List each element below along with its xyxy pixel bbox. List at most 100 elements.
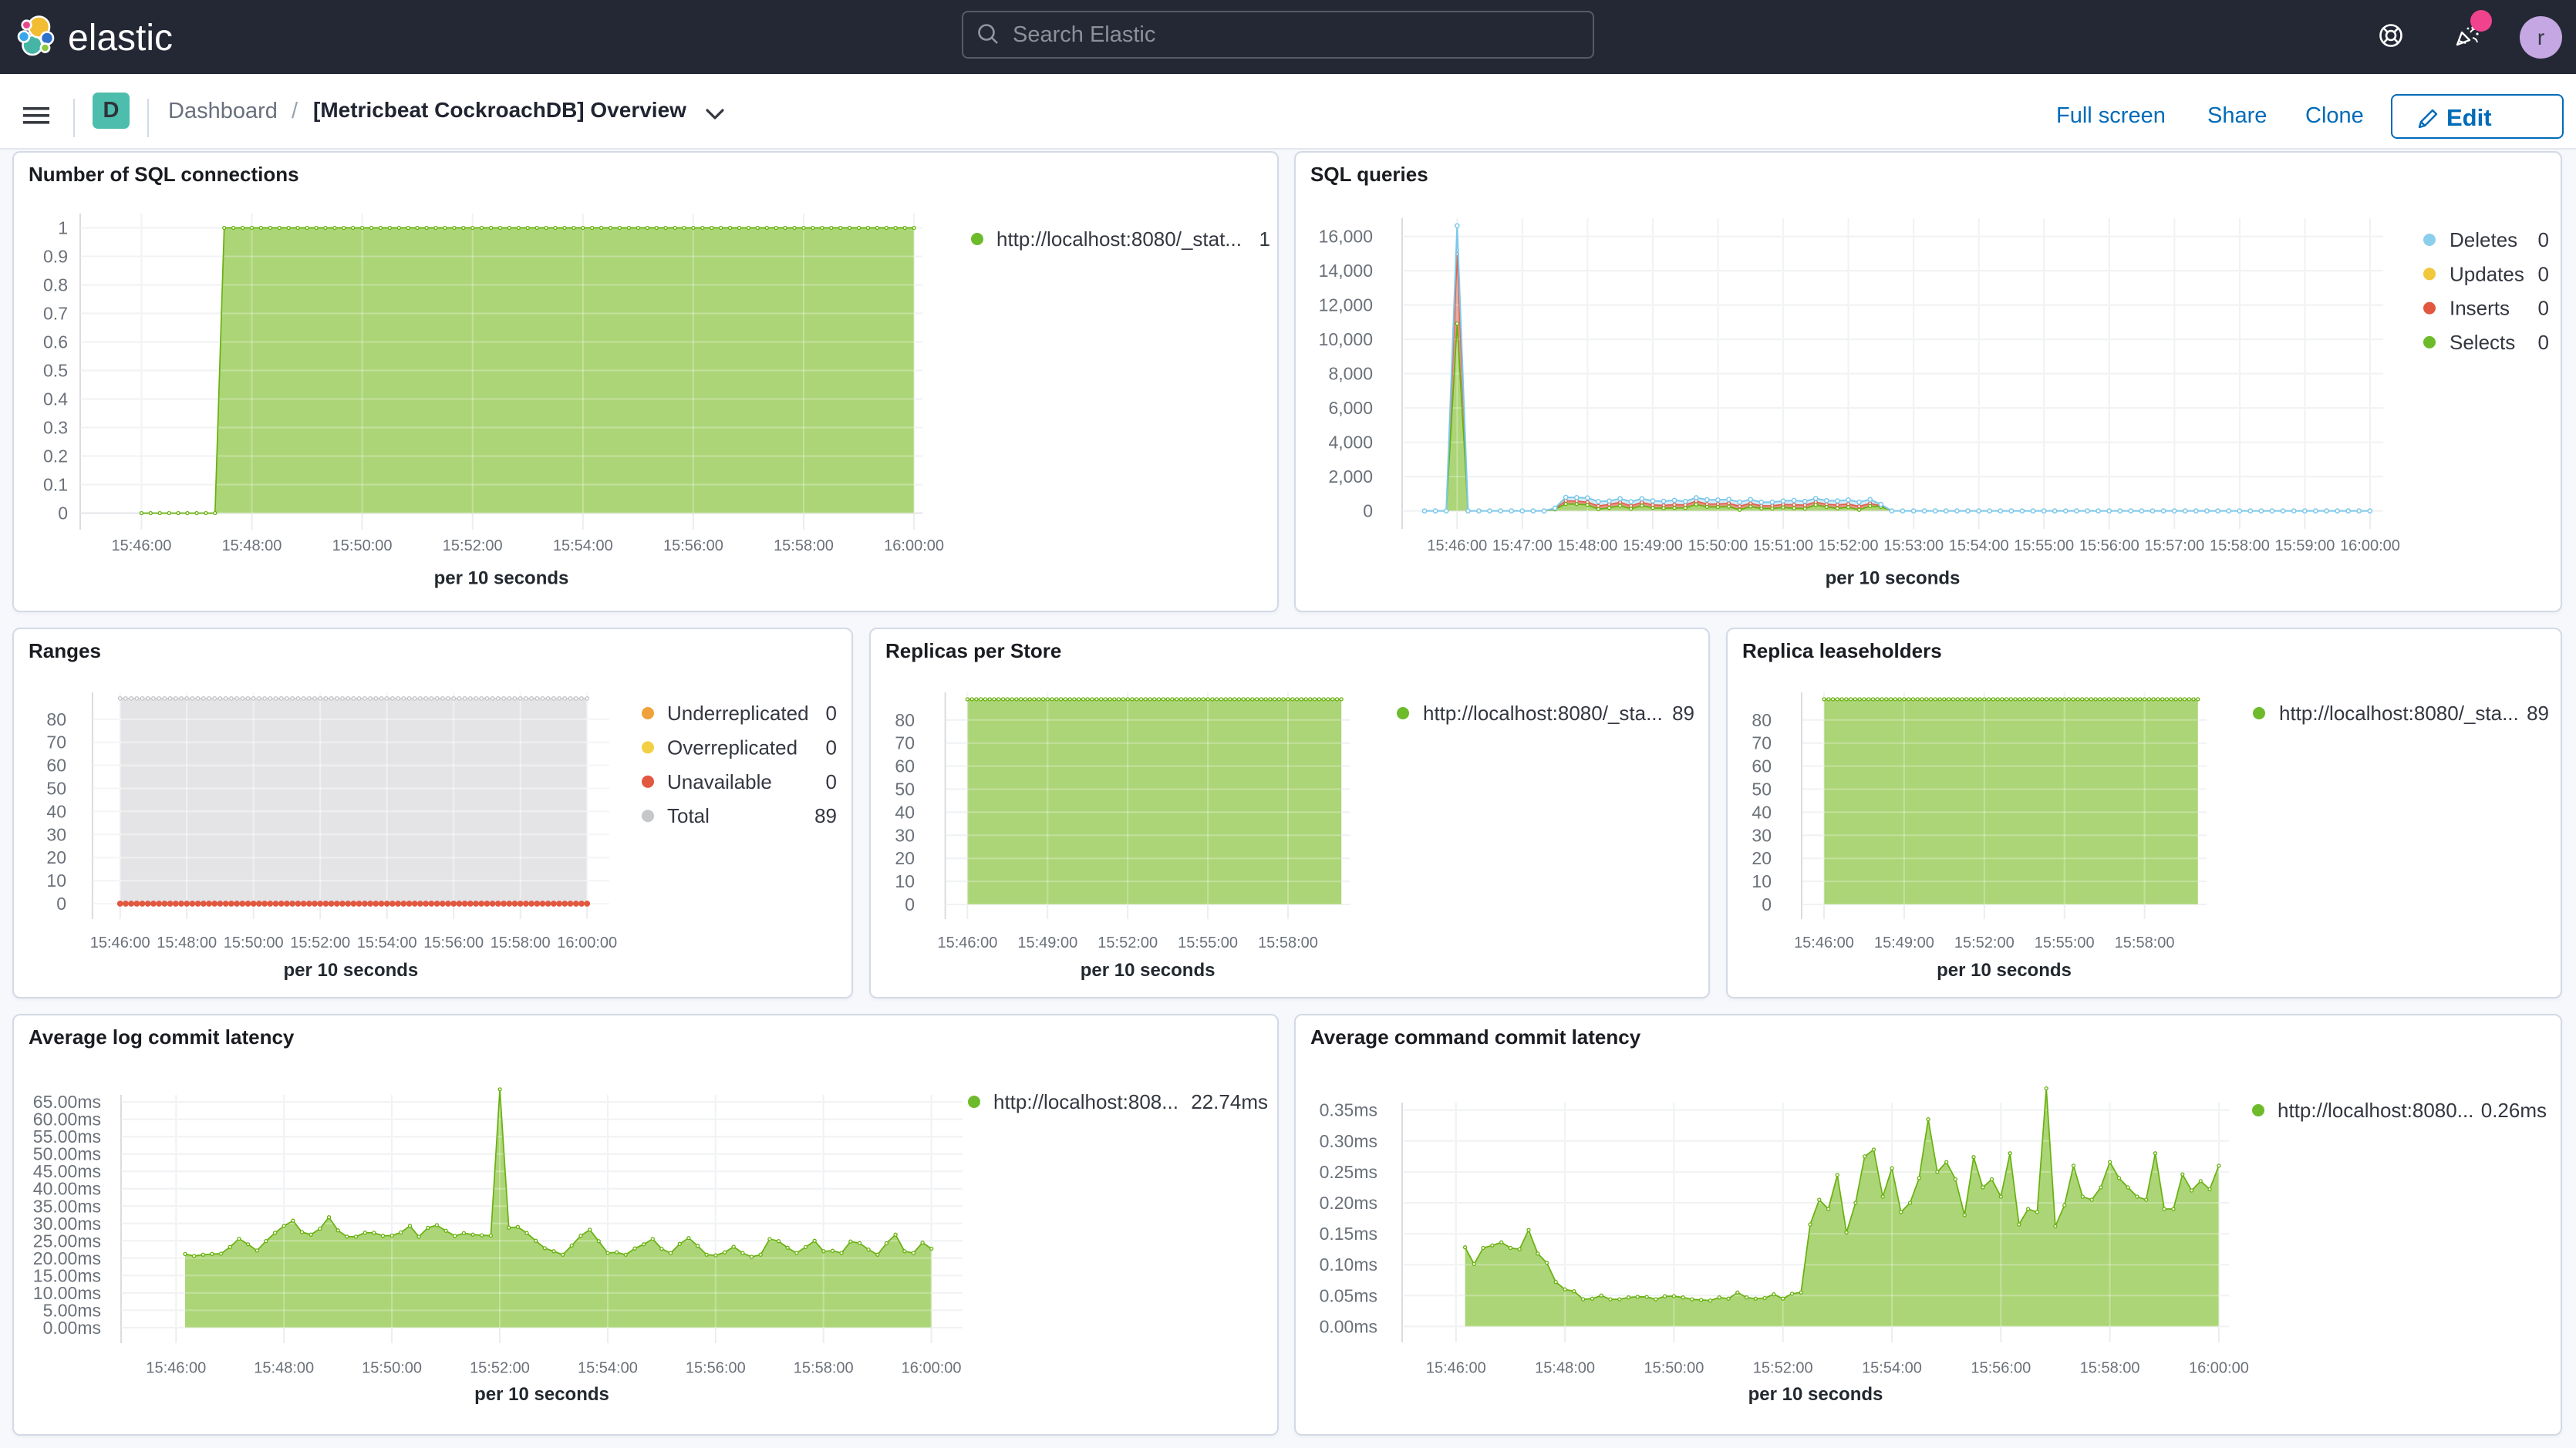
- svg-text:40: 40: [895, 802, 915, 822]
- svg-text:16:00:00: 16:00:00: [2189, 1359, 2249, 1376]
- svg-text:0: 0: [2538, 297, 2549, 320]
- svg-text:0: 0: [826, 702, 837, 725]
- svg-text:45.00ms: 45.00ms: [33, 1161, 101, 1181]
- svg-text:70: 70: [46, 732, 66, 753]
- svg-text:15:53:00: 15:53:00: [1883, 537, 1944, 554]
- svg-text:15:52:00: 15:52:00: [290, 934, 350, 951]
- svg-text:15:48:00: 15:48:00: [254, 1359, 314, 1376]
- svg-text:Total: Total: [667, 804, 710, 827]
- svg-text:15:50:00: 15:50:00: [1688, 537, 1748, 554]
- svg-text:15:58:00: 15:58:00: [2210, 537, 2270, 554]
- svg-text:10: 10: [46, 870, 66, 891]
- svg-text:per 10 seconds: per 10 seconds: [474, 1384, 609, 1405]
- svg-text:60: 60: [895, 756, 915, 776]
- svg-text:0.25ms: 0.25ms: [1320, 1162, 1377, 1182]
- svg-text:80: 80: [895, 710, 915, 730]
- svg-text:30: 30: [1752, 825, 1772, 845]
- svg-text:10: 10: [895, 871, 915, 891]
- svg-text:30: 30: [46, 824, 66, 844]
- svg-text:15:48:00: 15:48:00: [1535, 1359, 1595, 1376]
- svg-text:20: 20: [46, 847, 66, 867]
- svg-text:10: 10: [1752, 871, 1772, 891]
- svg-text:15:52:00: 15:52:00: [1819, 537, 1879, 554]
- svg-text:15:46:00: 15:46:00: [1427, 537, 1487, 554]
- svg-text:Inserts: Inserts: [2450, 297, 2510, 320]
- svg-text:0.00ms: 0.00ms: [43, 1318, 101, 1338]
- svg-text:15:49:00: 15:49:00: [1623, 537, 1683, 554]
- svg-text:16:00:00: 16:00:00: [884, 537, 944, 554]
- svg-text:0.20ms: 0.20ms: [1320, 1193, 1377, 1213]
- svg-text:89: 89: [1672, 702, 1694, 725]
- svg-text:0: 0: [2538, 228, 2549, 251]
- svg-text:0.26ms: 0.26ms: [2481, 1099, 2547, 1122]
- svg-text:15:58:00: 15:58:00: [2115, 934, 2175, 951]
- svg-text:20: 20: [1752, 848, 1772, 868]
- svg-text:40: 40: [1752, 802, 1772, 822]
- svg-text:15:54:00: 15:54:00: [1862, 1359, 1922, 1376]
- svg-text:15:50:00: 15:50:00: [224, 934, 284, 951]
- svg-text:Overreplicated: Overreplicated: [667, 736, 797, 759]
- svg-text:15:46:00: 15:46:00: [90, 934, 150, 951]
- svg-text:0: 0: [2538, 262, 2549, 285]
- svg-text:http://localhost:8080/_stat...: http://localhost:8080/_stat...: [996, 227, 1242, 251]
- svg-text:0.2: 0.2: [43, 446, 68, 466]
- svg-text:Unavailable: Unavailable: [667, 770, 772, 793]
- svg-text:14,000: 14,000: [1319, 261, 1373, 281]
- svg-text:0.5: 0.5: [43, 361, 68, 381]
- svg-text:15:57:00: 15:57:00: [2144, 537, 2204, 554]
- svg-text:0: 0: [1363, 501, 1373, 521]
- svg-text:15:52:00: 15:52:00: [1954, 934, 2015, 951]
- svg-text:40.00ms: 40.00ms: [33, 1179, 101, 1199]
- svg-text:50.00ms: 50.00ms: [33, 1144, 101, 1164]
- svg-text:0: 0: [2538, 331, 2549, 354]
- svg-text:15:59:00: 15:59:00: [2274, 537, 2335, 554]
- svg-text:15:56:00: 15:56:00: [2079, 537, 2139, 554]
- svg-text:16:00:00: 16:00:00: [902, 1359, 962, 1376]
- svg-text:0.6: 0.6: [43, 332, 68, 352]
- svg-text:15:52:00: 15:52:00: [1097, 934, 1158, 951]
- svg-text:per 10 seconds: per 10 seconds: [434, 568, 569, 589]
- svg-text:70: 70: [1752, 733, 1772, 753]
- svg-text:Deletes: Deletes: [2450, 228, 2517, 251]
- svg-text:15:50:00: 15:50:00: [332, 537, 393, 554]
- svg-text:0.1: 0.1: [43, 475, 68, 495]
- svg-text:15:54:00: 15:54:00: [357, 934, 417, 951]
- svg-text:0: 0: [58, 503, 68, 524]
- svg-text:15:46:00: 15:46:00: [1794, 934, 1854, 951]
- svg-text:15:48:00: 15:48:00: [222, 537, 282, 554]
- svg-text:15:46:00: 15:46:00: [1426, 1359, 1486, 1376]
- svg-text:0: 0: [826, 736, 837, 759]
- svg-text:0.7: 0.7: [43, 304, 68, 324]
- svg-text:10,000: 10,000: [1319, 329, 1373, 349]
- svg-text:15:48:00: 15:48:00: [157, 934, 217, 951]
- svg-text:per 10 seconds: per 10 seconds: [284, 960, 419, 981]
- svg-text:15:58:00: 15:58:00: [2080, 1359, 2140, 1376]
- svg-text:15:47:00: 15:47:00: [1492, 537, 1553, 554]
- svg-text:15:51:00: 15:51:00: [1753, 537, 1813, 554]
- svg-text:50: 50: [1752, 780, 1772, 800]
- svg-text:per 10 seconds: per 10 seconds: [1937, 960, 2072, 981]
- svg-text:Selects: Selects: [2450, 331, 2515, 354]
- svg-text:16,000: 16,000: [1319, 227, 1373, 247]
- svg-text:15:55:00: 15:55:00: [2035, 934, 2095, 951]
- svg-text:16:00:00: 16:00:00: [2340, 537, 2400, 554]
- svg-text:15.00ms: 15.00ms: [33, 1265, 101, 1285]
- svg-text:per 10 seconds: per 10 seconds: [1081, 960, 1216, 981]
- svg-text:2,000: 2,000: [1328, 466, 1373, 487]
- svg-text:15:58:00: 15:58:00: [1258, 934, 1318, 951]
- svg-text:80: 80: [46, 709, 66, 729]
- svg-text:http://localhost:8080...: http://localhost:8080...: [2278, 1099, 2473, 1122]
- svg-text:15:54:00: 15:54:00: [578, 1359, 638, 1376]
- svg-text:55.00ms: 55.00ms: [33, 1126, 101, 1147]
- svg-text:8,000: 8,000: [1328, 364, 1373, 384]
- svg-text:60: 60: [46, 756, 66, 776]
- svg-text:89: 89: [814, 804, 837, 827]
- svg-text:15:56:00: 15:56:00: [423, 934, 484, 951]
- svg-text:0: 0: [56, 894, 66, 914]
- svg-text:15:52:00: 15:52:00: [443, 537, 503, 554]
- svg-text:1: 1: [58, 218, 68, 238]
- svg-text:15:46:00: 15:46:00: [146, 1359, 206, 1376]
- svg-text:0.9: 0.9: [43, 247, 68, 267]
- svg-text:35.00ms: 35.00ms: [33, 1196, 101, 1216]
- svg-text:0.15ms: 0.15ms: [1320, 1224, 1377, 1244]
